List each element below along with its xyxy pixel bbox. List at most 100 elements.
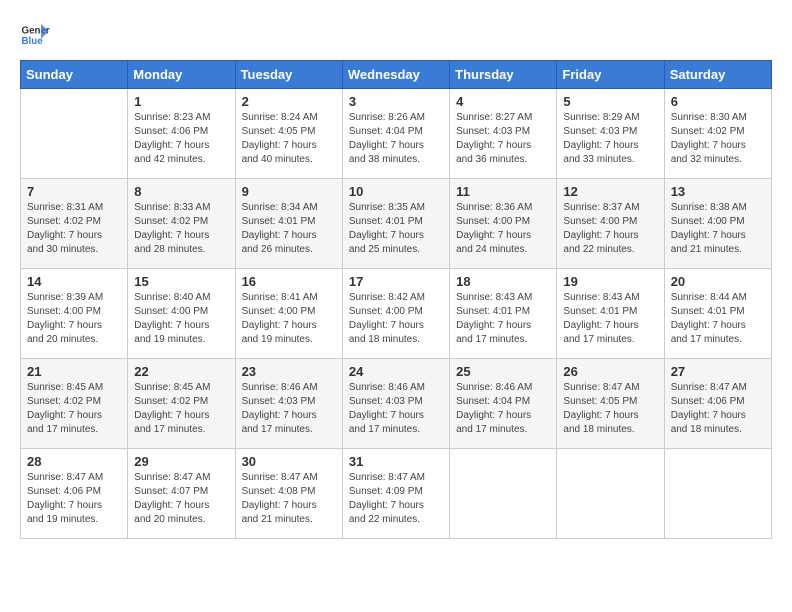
calendar-day-cell: 21 Sunrise: 8:45 AM Sunset: 4:02 PM Dayli… [21, 359, 128, 449]
day-info: Sunrise: 8:24 AM Sunset: 4:05 PM Dayligh… [242, 111, 336, 167]
day-number: 17 [349, 274, 443, 289]
calendar-day-cell: 28 Sunrise: 8:47 AM Sunset: 4:06 PM Dayli… [21, 449, 128, 539]
day-number: 27 [671, 364, 765, 379]
calendar-day-cell [21, 89, 128, 179]
day-info: Sunrise: 8:47 AM Sunset: 4:05 PM Dayligh… [563, 381, 657, 437]
day-info: Sunrise: 8:34 AM Sunset: 4:01 PM Dayligh… [242, 201, 336, 257]
day-number: 31 [349, 454, 443, 469]
day-info: Sunrise: 8:45 AM Sunset: 4:02 PM Dayligh… [27, 381, 121, 437]
day-info: Sunrise: 8:30 AM Sunset: 4:02 PM Dayligh… [671, 111, 765, 167]
day-info: Sunrise: 8:47 AM Sunset: 4:08 PM Dayligh… [242, 471, 336, 527]
day-info: Sunrise: 8:47 AM Sunset: 4:09 PM Dayligh… [349, 471, 443, 527]
day-info: Sunrise: 8:40 AM Sunset: 4:00 PM Dayligh… [134, 291, 228, 347]
day-number: 4 [456, 94, 550, 109]
calendar-header-tuesday: Tuesday [235, 61, 342, 89]
day-number: 18 [456, 274, 550, 289]
day-info: Sunrise: 8:33 AM Sunset: 4:02 PM Dayligh… [134, 201, 228, 257]
calendar-day-cell: 8 Sunrise: 8:33 AM Sunset: 4:02 PM Daylig… [128, 179, 235, 269]
calendar-day-cell: 27Sunrise: 8:47 AM Sunset: 4:06 PM Dayli… [664, 359, 771, 449]
day-info: Sunrise: 8:36 AM Sunset: 4:00 PM Dayligh… [456, 201, 550, 257]
calendar-day-cell: 10Sunrise: 8:35 AM Sunset: 4:01 PM Dayli… [342, 179, 449, 269]
day-info: Sunrise: 8:31 AM Sunset: 4:02 PM Dayligh… [27, 201, 121, 257]
calendar-day-cell: 22 Sunrise: 8:45 AM Sunset: 4:02 PM Dayli… [128, 359, 235, 449]
day-info: Sunrise: 8:27 AM Sunset: 4:03 PM Dayligh… [456, 111, 550, 167]
day-info: Sunrise: 8:43 AM Sunset: 4:01 PM Dayligh… [563, 291, 657, 347]
day-number: 23 [242, 364, 336, 379]
calendar-day-cell: 16 Sunrise: 8:41 AM Sunset: 4:00 PM Dayli… [235, 269, 342, 359]
day-info: Sunrise: 8:46 AM Sunset: 4:04 PM Dayligh… [456, 381, 550, 437]
day-number: 19 [563, 274, 657, 289]
calendar-day-cell: 17 Sunrise: 8:42 AM Sunset: 4:00 PM Dayli… [342, 269, 449, 359]
logo-icon: General Blue [20, 20, 50, 50]
day-info: Sunrise: 8:42 AM Sunset: 4:00 PM Dayligh… [349, 291, 443, 347]
day-number: 29 [134, 454, 228, 469]
calendar-day-cell: 9 Sunrise: 8:34 AM Sunset: 4:01 PM Daylig… [235, 179, 342, 269]
calendar-day-cell [450, 449, 557, 539]
day-info: Sunrise: 8:47 AM Sunset: 4:06 PM Dayligh… [27, 471, 121, 527]
calendar-week-row: 21 Sunrise: 8:45 AM Sunset: 4:02 PM Dayli… [21, 359, 772, 449]
calendar-day-cell: 5 Sunrise: 8:29 AM Sunset: 4:03 PM Daylig… [557, 89, 664, 179]
calendar-day-cell: 24Sunrise: 8:46 AM Sunset: 4:03 PM Dayli… [342, 359, 449, 449]
day-number: 7 [27, 184, 121, 199]
calendar-day-cell: 14 Sunrise: 8:39 AM Sunset: 4:00 PM Dayli… [21, 269, 128, 359]
calendar-day-cell: 26Sunrise: 8:47 AM Sunset: 4:05 PM Dayli… [557, 359, 664, 449]
day-number: 30 [242, 454, 336, 469]
day-info: Sunrise: 8:39 AM Sunset: 4:00 PM Dayligh… [27, 291, 121, 347]
day-number: 13 [671, 184, 765, 199]
calendar-header-wednesday: Wednesday [342, 61, 449, 89]
calendar-day-cell: 1 Sunrise: 8:23 AM Sunset: 4:06 PM Daylig… [128, 89, 235, 179]
day-info: Sunrise: 8:41 AM Sunset: 4:00 PM Dayligh… [242, 291, 336, 347]
calendar-week-row: 1 Sunrise: 8:23 AM Sunset: 4:06 PM Daylig… [21, 89, 772, 179]
page-header: General Blue [20, 20, 772, 50]
day-number: 1 [134, 94, 228, 109]
day-number: 3 [349, 94, 443, 109]
day-number: 9 [242, 184, 336, 199]
calendar-day-cell [557, 449, 664, 539]
calendar-week-row: 7 Sunrise: 8:31 AM Sunset: 4:02 PM Daylig… [21, 179, 772, 269]
calendar-day-cell: 29Sunrise: 8:47 AM Sunset: 4:07 PM Dayli… [128, 449, 235, 539]
day-number: 10 [349, 184, 443, 199]
day-number: 8 [134, 184, 228, 199]
calendar-table: SundayMondayTuesdayWednesdayThursdayFrid… [20, 60, 772, 539]
calendar-day-cell: 2 Sunrise: 8:24 AM Sunset: 4:05 PM Daylig… [235, 89, 342, 179]
calendar-day-cell: 25 Sunrise: 8:46 AM Sunset: 4:04 PM Dayli… [450, 359, 557, 449]
day-number: 21 [27, 364, 121, 379]
day-info: Sunrise: 8:26 AM Sunset: 4:04 PM Dayligh… [349, 111, 443, 167]
day-number: 25 [456, 364, 550, 379]
calendar-day-cell: 15 Sunrise: 8:40 AM Sunset: 4:00 PM Dayli… [128, 269, 235, 359]
day-number: 15 [134, 274, 228, 289]
calendar-day-cell: 31 Sunrise: 8:47 AM Sunset: 4:09 PM Dayli… [342, 449, 449, 539]
day-number: 22 [134, 364, 228, 379]
calendar-day-cell [664, 449, 771, 539]
day-info: Sunrise: 8:46 AM Sunset: 4:03 PM Dayligh… [242, 381, 336, 437]
day-number: 16 [242, 274, 336, 289]
calendar-day-cell: 3 Sunrise: 8:26 AM Sunset: 4:04 PM Daylig… [342, 89, 449, 179]
day-number: 5 [563, 94, 657, 109]
day-number: 28 [27, 454, 121, 469]
day-info: Sunrise: 8:29 AM Sunset: 4:03 PM Dayligh… [563, 111, 657, 167]
calendar-day-cell: 12Sunrise: 8:37 AM Sunset: 4:00 PM Dayli… [557, 179, 664, 269]
calendar-header-monday: Monday [128, 61, 235, 89]
day-number: 14 [27, 274, 121, 289]
day-info: Sunrise: 8:38 AM Sunset: 4:00 PM Dayligh… [671, 201, 765, 257]
svg-text:Blue: Blue [22, 36, 44, 47]
day-number: 2 [242, 94, 336, 109]
day-number: 12 [563, 184, 657, 199]
day-info: Sunrise: 8:23 AM Sunset: 4:06 PM Dayligh… [134, 111, 228, 167]
day-info: Sunrise: 8:45 AM Sunset: 4:02 PM Dayligh… [134, 381, 228, 437]
day-info: Sunrise: 8:44 AM Sunset: 4:01 PM Dayligh… [671, 291, 765, 347]
day-number: 20 [671, 274, 765, 289]
day-info: Sunrise: 8:43 AM Sunset: 4:01 PM Dayligh… [456, 291, 550, 347]
day-number: 11 [456, 184, 550, 199]
calendar-day-cell: 19 Sunrise: 8:43 AM Sunset: 4:01 PM Dayli… [557, 269, 664, 359]
calendar-header-sunday: Sunday [21, 61, 128, 89]
day-number: 6 [671, 94, 765, 109]
calendar-day-cell: 7 Sunrise: 8:31 AM Sunset: 4:02 PM Daylig… [21, 179, 128, 269]
calendar-day-cell: 13 Sunrise: 8:38 AM Sunset: 4:00 PM Dayli… [664, 179, 771, 269]
calendar-header-friday: Friday [557, 61, 664, 89]
calendar-week-row: 14 Sunrise: 8:39 AM Sunset: 4:00 PM Dayli… [21, 269, 772, 359]
calendar-day-cell: 6 Sunrise: 8:30 AM Sunset: 4:02 PM Daylig… [664, 89, 771, 179]
calendar-day-cell: 4 Sunrise: 8:27 AM Sunset: 4:03 PM Daylig… [450, 89, 557, 179]
calendar-header-saturday: Saturday [664, 61, 771, 89]
day-number: 24 [349, 364, 443, 379]
